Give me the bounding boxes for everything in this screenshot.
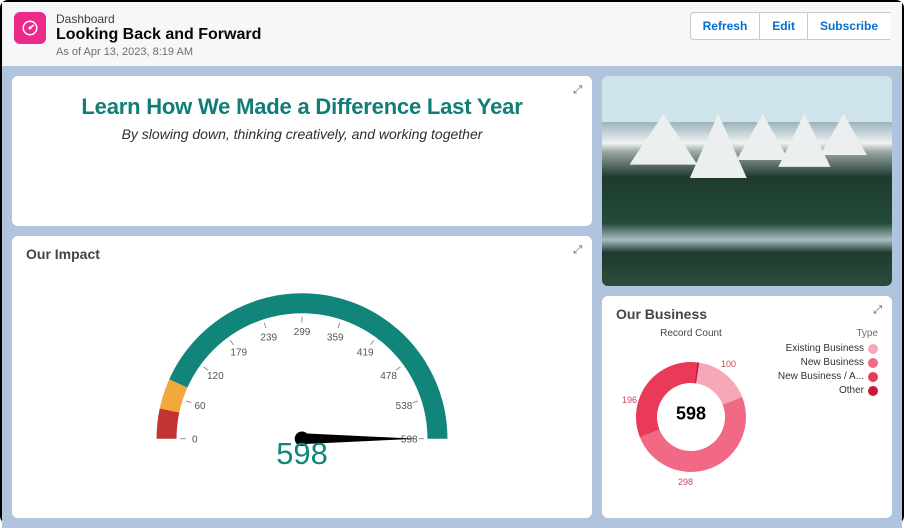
legend-item: Existing Business bbox=[774, 343, 878, 354]
landscape-photo bbox=[602, 76, 892, 286]
hero-card: ⤢ Learn How We Made a Difference Last Ye… bbox=[12, 76, 592, 226]
dashboard-header: Dashboard Looking Back and Forward As of… bbox=[2, 2, 902, 66]
header-left: Dashboard Looking Back and Forward As of… bbox=[14, 12, 261, 58]
svg-text:239: 239 bbox=[260, 332, 277, 343]
header-actions: Refresh Edit Subscribe bbox=[690, 12, 890, 40]
gauge-icon bbox=[21, 19, 39, 37]
segment-label: 298 bbox=[678, 477, 693, 487]
svg-text:359: 359 bbox=[327, 332, 344, 343]
gauge-chart: 0 60 120 179 239 299 359 419 478 538 598 598 bbox=[26, 266, 578, 466]
svg-text:598: 598 bbox=[401, 434, 418, 445]
svg-text:299: 299 bbox=[294, 327, 311, 338]
svg-text:598: 598 bbox=[276, 436, 328, 466]
header-eyebrow: Dashboard bbox=[56, 12, 261, 26]
svg-text:179: 179 bbox=[230, 348, 247, 359]
donut-center-value: 598 bbox=[676, 404, 706, 425]
refresh-button[interactable]: Refresh bbox=[690, 12, 761, 40]
segment-label: 196 bbox=[622, 395, 637, 405]
svg-text:538: 538 bbox=[396, 401, 413, 412]
legend-title: Type bbox=[774, 328, 878, 339]
svg-text:478: 478 bbox=[380, 371, 397, 382]
expand-icon[interactable]: ⤢ bbox=[873, 304, 882, 317]
segment-label: 100 bbox=[721, 359, 736, 369]
donut-subtitle: Record Count bbox=[616, 328, 766, 339]
donut-legend: Type Existing Business New Business New Bu… bbox=[774, 328, 878, 489]
expand-icon[interactable]: ⤢ bbox=[573, 84, 582, 97]
svg-text:120: 120 bbox=[207, 371, 224, 382]
svg-text:60: 60 bbox=[194, 401, 206, 412]
dashboard-app-icon bbox=[14, 12, 46, 44]
as-of-text: As of Apr 13, 2023, 8:19 AM bbox=[56, 46, 261, 58]
hero-subtitle: By slowing down, thinking creatively, an… bbox=[26, 126, 578, 142]
header-titles: Dashboard Looking Back and Forward As of… bbox=[56, 12, 261, 58]
legend-item: New Business / A... bbox=[774, 371, 878, 382]
page-title: Looking Back and Forward bbox=[56, 26, 261, 44]
impact-title: Our Impact bbox=[26, 246, 578, 262]
svg-text:419: 419 bbox=[357, 348, 374, 359]
edit-button[interactable]: Edit bbox=[760, 12, 808, 40]
business-title: Our Business bbox=[616, 306, 878, 322]
business-body: Record Count 598 100 298 196 Type Existi… bbox=[616, 328, 878, 489]
mountains bbox=[617, 114, 878, 160]
impact-card: ⤢ Our Impact 0 60 120 179 239 299 359 419 478 538… bbox=[12, 236, 592, 518]
hero-title: Learn How We Made a Difference Last Year bbox=[26, 94, 578, 120]
dashboard-canvas: ⤢ Learn How We Made a Difference Last Ye… bbox=[2, 66, 902, 528]
subscribe-button[interactable]: Subscribe bbox=[808, 12, 890, 40]
expand-icon[interactable]: ⤢ bbox=[573, 244, 582, 257]
legend-item: New Business bbox=[774, 357, 878, 368]
donut-chart: 598 100 298 196 bbox=[616, 339, 766, 489]
svg-text:0: 0 bbox=[192, 434, 198, 445]
photo-card: ⤢ bbox=[602, 76, 892, 286]
business-card: ⤢ Our Business Record Count 598 100 298 … bbox=[602, 296, 892, 518]
legend-item: Other bbox=[774, 385, 878, 396]
